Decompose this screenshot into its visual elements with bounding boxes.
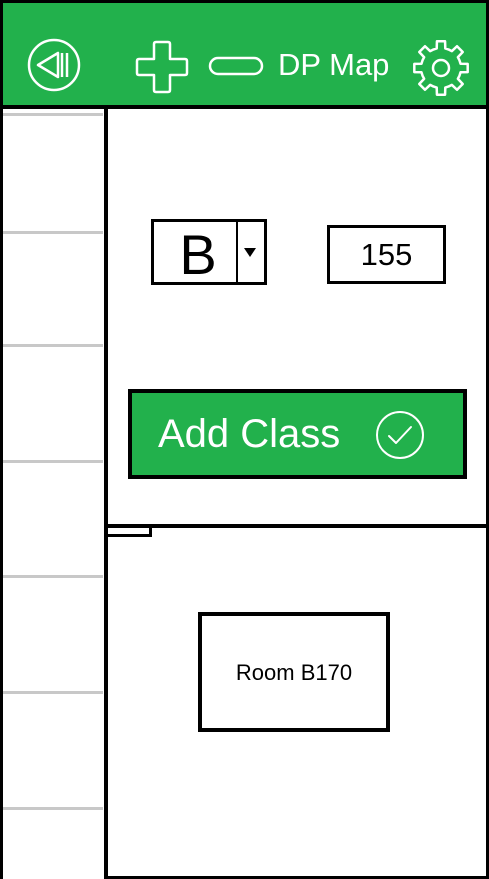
control-panel: B Add Class <box>108 109 486 528</box>
zoom-out-button[interactable] <box>208 53 264 79</box>
map-area[interactable]: Room B170 <box>108 528 486 879</box>
sidebar-slot-3[interactable] <box>3 347 103 463</box>
add-class-button[interactable]: Add Class <box>128 389 467 479</box>
room-label: Room B170 <box>235 660 353 685</box>
header-bar: DP Map <box>3 3 486 109</box>
check-circle-icon <box>376 411 424 459</box>
building-select-value: B <box>179 223 217 286</box>
gear-icon <box>413 40 469 96</box>
sidebar <box>3 109 108 879</box>
building-select-arrow[interactable] <box>236 222 264 282</box>
add-class-label: Add Class <box>158 412 341 456</box>
room-number-input[interactable] <box>327 225 446 284</box>
sidebar-slot-5[interactable] <box>3 578 103 694</box>
sidebar-slot-7[interactable] <box>3 810 103 876</box>
settings-button[interactable] <box>411 38 471 98</box>
room-b170[interactable]: Room B170 <box>198 612 390 732</box>
plus-icon <box>135 40 189 94</box>
app-title: DP Map <box>278 47 390 82</box>
sidebar-slot-6[interactable] <box>3 694 103 810</box>
dropdown-arrow-icon <box>244 248 256 257</box>
sidebar-slot-1[interactable] <box>3 113 103 234</box>
back-triangle-icon <box>27 38 81 92</box>
building-select[interactable]: B <box>151 219 267 286</box>
back-button[interactable] <box>26 37 82 93</box>
minus-icon <box>208 56 264 76</box>
sidebar-slot-2[interactable] <box>3 231 103 347</box>
zoom-in-button[interactable] <box>134 39 190 95</box>
sidebar-slot-4[interactable] <box>3 463 103 578</box>
app-frame: DP Map B Add Class <box>0 0 489 879</box>
